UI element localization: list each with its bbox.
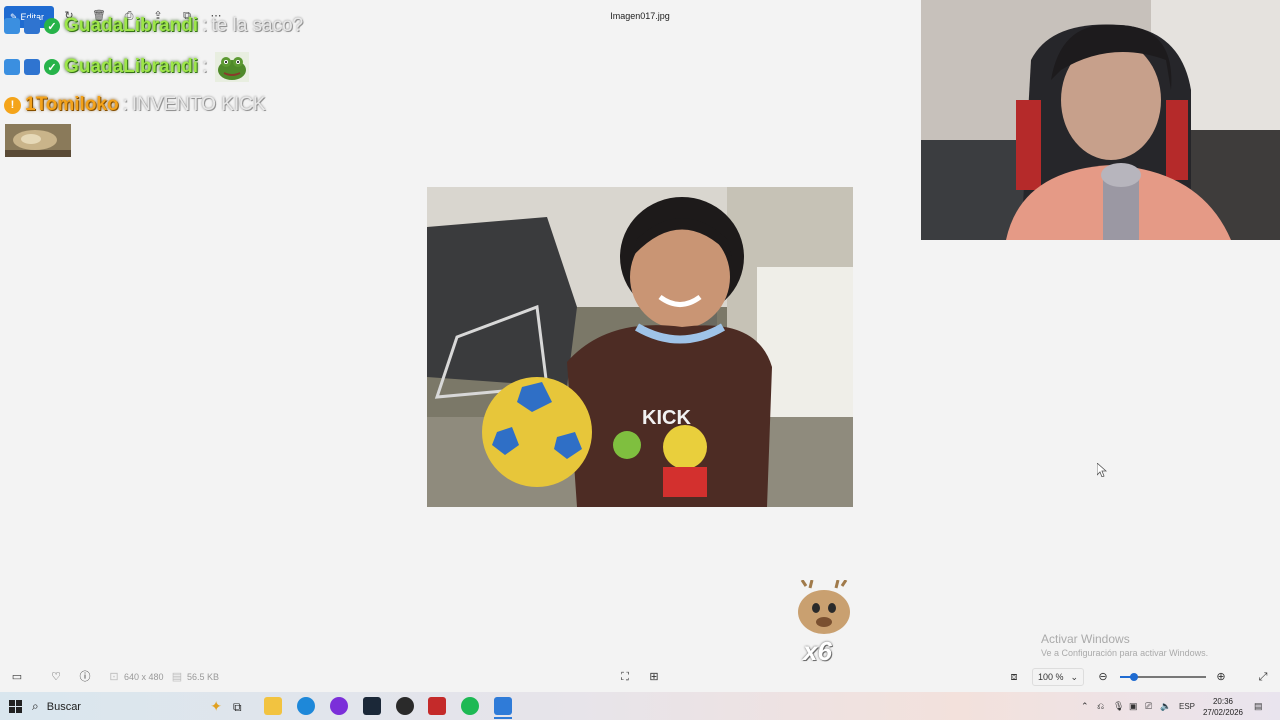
chevron-down-icon: ⌄ (1070, 671, 1078, 682)
sub-badge-icon (4, 18, 20, 34)
task-view-icon[interactable]: ⧉ (233, 700, 242, 715)
chat-username: GuadaLibrandi (64, 56, 199, 77)
canva-icon[interactable] (330, 697, 348, 715)
notification-icon[interactable]: ▤ (1254, 701, 1263, 712)
microphone-icon[interactable]: 🎙 (1113, 701, 1124, 712)
screen-icon[interactable]: ▣ (1129, 701, 1138, 712)
mouse-cursor (1096, 462, 1108, 482)
verified-icon: ✓ (44, 18, 60, 34)
chat-message: ✓ GuadaLibrandi: te la saco? (4, 15, 303, 37)
chevron-up-icon[interactable]: ⌃ (1081, 701, 1089, 712)
file-title: Imagen017.jpg (610, 11, 670, 21)
cube-badge-icon (24, 18, 40, 34)
filmstrip-icon[interactable]: ▭ (10, 670, 24, 684)
chat-text: te la saco? (211, 15, 304, 36)
focus-icon[interactable]: ⛶ (618, 670, 632, 684)
zoom-in-icon[interactable]: ⊕ (1214, 670, 1228, 684)
clock[interactable]: 20:36 27/02/2026 (1202, 696, 1244, 718)
expand-icon[interactable]: ⤢ (1256, 670, 1270, 684)
chat-separator: : (122, 94, 128, 115)
main-photo: KICK (427, 187, 853, 507)
obs-icon[interactable] (396, 697, 414, 715)
file-size: 56.5 KB (187, 672, 220, 682)
chat-message: ! 1Tomiloko: INVENTO KICK (4, 94, 266, 116)
scan-icon[interactable]: ⊞ (647, 670, 661, 684)
language-indicator[interactable]: ESP (1179, 702, 1195, 711)
search-placeholder: Buscar (46, 700, 81, 713)
search-icon: ⌕ (32, 699, 39, 713)
zoom-select[interactable]: 100 % ⌄ (1032, 668, 1084, 686)
chat-message: ✓ GuadaLibrandi: (4, 52, 250, 82)
spotify-icon[interactable] (461, 697, 479, 715)
info-icon[interactable]: ⓘ (78, 670, 92, 684)
dimensions-icon: ⊡ (109, 671, 119, 683)
voicemeeter-icon[interactable] (428, 697, 446, 715)
taskbar-search[interactable]: ⌕ Buscar ✦ (32, 695, 222, 718)
active-app-indicator (494, 717, 512, 719)
photos-icon[interactable] (494, 697, 512, 715)
webcam-feed (921, 0, 1280, 240)
windows-start-icon[interactable] (9, 700, 22, 713)
frog-emote-icon (215, 52, 250, 82)
clock-time: 20:36 (1212, 697, 1234, 706)
chat-username: GuadaLibrandi (64, 15, 199, 36)
clock-date: 27/02/2026 (1202, 708, 1244, 717)
chat-separator: : (202, 15, 208, 36)
edge-icon[interactable] (297, 697, 315, 715)
verified-icon: ✓ (44, 59, 60, 75)
shirt-text: KICK (642, 407, 691, 429)
activate-windows-subtitle: Ve a Configuración para activar Windows. (1041, 648, 1209, 658)
zoom-value: 100 % (1038, 672, 1064, 682)
filesize-icon: ▤ (171, 671, 183, 683)
activate-windows-title: Activar Windows (1041, 632, 1130, 646)
coin-badge-icon: ! (4, 96, 21, 114)
zoom-out-icon[interactable]: ⊖ (1096, 670, 1110, 684)
file-explorer-icon[interactable] (264, 697, 282, 715)
deer-sticker: x6 (786, 579, 862, 670)
fit-window-icon[interactable]: ⧈ (1007, 670, 1021, 684)
cube-badge-icon (24, 59, 40, 75)
chat-separator: : (202, 56, 208, 77)
network-icon[interactable]: ⎚ (1145, 701, 1152, 712)
chat-image-thumbnail (5, 124, 71, 157)
image-dimensions: 640 x 480 (124, 672, 164, 682)
chat-text: INVENTO KICK (131, 94, 266, 115)
sub-badge-icon (4, 59, 20, 75)
zoom-slider-thumb[interactable] (1130, 673, 1138, 681)
usb-icon[interactable]: ⎌ (1097, 701, 1104, 712)
steam-icon[interactable] (363, 697, 381, 715)
chat-username: 1Tomiloko (25, 94, 119, 115)
volume-icon[interactable]: 🔈 (1160, 701, 1171, 712)
sparkle-icon: ✦ (210, 698, 222, 714)
favorite-icon[interactable]: ♡ (49, 670, 63, 684)
